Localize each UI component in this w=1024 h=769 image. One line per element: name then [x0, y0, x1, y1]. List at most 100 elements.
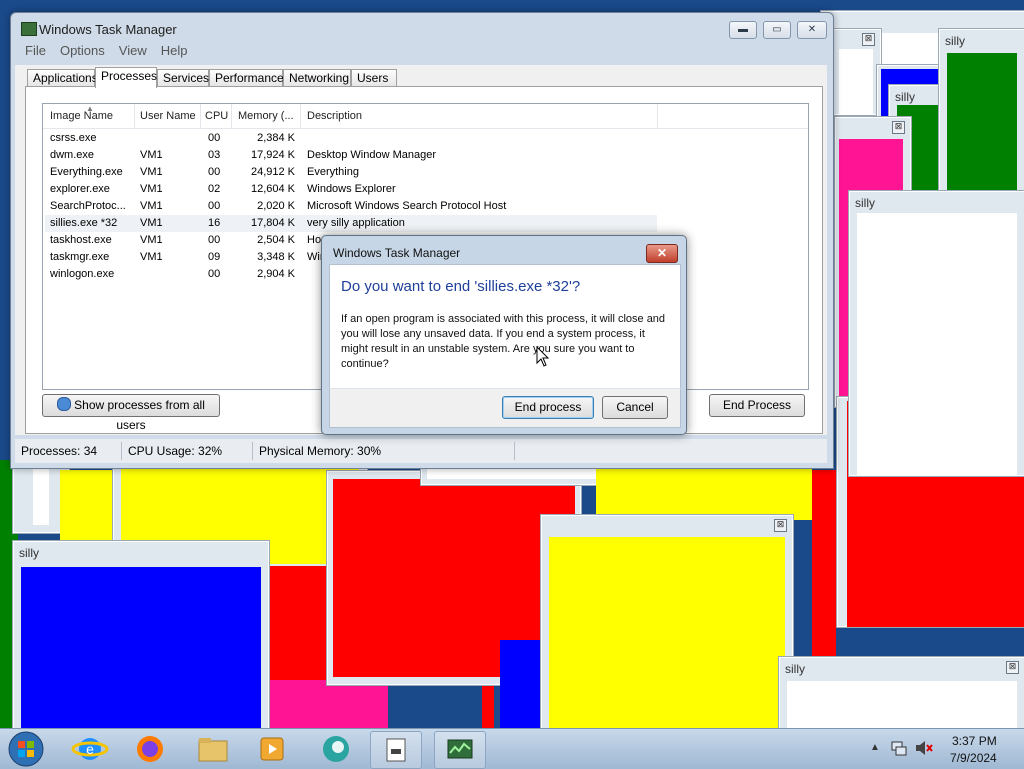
cancel-button[interactable]: Cancel [602, 396, 668, 419]
process-image-name: explorer.exe [50, 183, 110, 195]
process-description: Everything [307, 166, 359, 178]
close-icon[interactable]: ⊠ [774, 519, 787, 532]
column-divider[interactable] [231, 104, 232, 128]
table-row[interactable]: sillies.exe *32 VM1 16 17,804 K very silly a… [45, 215, 657, 232]
process-user-name: VM1 [140, 183, 163, 195]
menu-file[interactable]: File [25, 43, 46, 58]
silly-window-fragment [268, 680, 388, 728]
process-image-name: Everything.exe [50, 166, 123, 178]
window-title: silly [785, 662, 805, 676]
start-orb-icon[interactable] [6, 730, 46, 768]
table-row[interactable]: explorer.exe VM1 02 12,604 K Windows Explore… [45, 181, 657, 198]
taskbar-button-sillies[interactable] [370, 731, 422, 769]
process-cpu: 00 [208, 200, 221, 212]
file-explorer-icon[interactable] [193, 733, 233, 765]
tab-users[interactable]: Users [351, 69, 397, 86]
silly-window-content [947, 53, 1017, 199]
end-process-button[interactable]: End Process [709, 394, 805, 417]
process-memory: 17,804 K [250, 217, 295, 229]
close-icon[interactable]: ⊠ [1006, 661, 1019, 674]
column-description[interactable]: Description [307, 110, 362, 122]
column-user-name[interactable]: User Name [140, 110, 196, 122]
column-memory[interactable]: Memory (... [238, 110, 294, 122]
taskbar-button-task-manager[interactable] [434, 731, 486, 769]
table-row[interactable]: csrss.exe 00 2,384 K [45, 130, 657, 147]
silly-window-content [33, 467, 49, 525]
dialog-body: Do you want to end 'sillies.exe *32'? If… [329, 264, 681, 390]
app-icon[interactable] [316, 733, 356, 765]
process-cpu: 02 [208, 183, 221, 195]
internet-explorer-icon[interactable]: e [70, 733, 110, 765]
process-cpu: 00 [208, 166, 221, 178]
column-divider[interactable] [300, 104, 301, 128]
table-row[interactable]: SearchProtoc... VM1 00 2,020 K Microsoft Win… [45, 198, 657, 215]
show-all-processes-button[interactable]: Show processes from all users [42, 394, 220, 432]
dialog-footer: End process Cancel [329, 388, 681, 428]
process-memory: 3,348 K [257, 251, 295, 263]
process-memory: 17,924 K [250, 149, 295, 161]
silly-window[interactable]: silly [12, 540, 270, 730]
end-process-confirm-button[interactable]: End process [502, 396, 594, 419]
show-hidden-icons-icon[interactable]: ▲ [870, 742, 880, 753]
silly-window[interactable]: silly [848, 190, 1024, 477]
dialog-close-button[interactable]: ✕ [646, 244, 678, 263]
process-user-name: VM1 [140, 166, 163, 178]
close-button[interactable]: ✕ [797, 21, 827, 39]
tab-networking[interactable]: Networking [283, 69, 351, 86]
menu-options[interactable]: Options [60, 43, 105, 58]
close-icon[interactable]: ⊠ [892, 121, 905, 134]
menu-bar: File Options View Help [25, 43, 201, 58]
process-cpu: 00 [208, 268, 221, 280]
silly-window[interactable]: silly [938, 28, 1024, 200]
minimize-button[interactable]: ▬ [729, 21, 757, 39]
process-image-name: winlogon.exe [50, 268, 115, 280]
clock-date[interactable]: 7/9/2024 [950, 751, 997, 765]
process-description: very silly application [307, 217, 405, 229]
silly-window[interactable]: silly ⊠ [778, 656, 1024, 730]
process-image-name: sillies.exe *32 [50, 217, 118, 229]
clock-time[interactable]: 3:37 PM [952, 734, 997, 748]
silly-window-content [21, 567, 261, 729]
status-physical-memory: Physical Memory: 30% [259, 444, 382, 458]
column-divider[interactable] [134, 104, 135, 128]
tab-performance[interactable]: Performance [209, 69, 284, 86]
network-icon[interactable] [890, 739, 908, 757]
column-divider[interactable] [200, 104, 201, 128]
close-icon[interactable]: ⊠ [862, 33, 875, 46]
status-divider [121, 442, 122, 460]
column-cpu[interactable]: CPU [205, 110, 228, 122]
shield-icon [57, 397, 72, 411]
process-user-name: VM1 [140, 251, 163, 263]
firefox-icon[interactable] [130, 733, 170, 765]
window-title: silly [945, 34, 965, 48]
menu-help[interactable]: Help [161, 43, 188, 58]
process-memory: 24,912 K [250, 166, 295, 178]
silly-window[interactable]: ⊠ [540, 514, 794, 730]
silly-window[interactable]: ⊠ [830, 28, 882, 116]
table-row[interactable]: Everything.exe VM1 00 24,912 K Everything [45, 164, 657, 181]
tab-services[interactable]: Services [157, 69, 209, 86]
media-player-icon[interactable] [252, 733, 292, 765]
title-bar[interactable]: Windows Task Manager ▬ ▭ ✕ [11, 13, 833, 41]
process-image-name: taskhost.exe [50, 234, 112, 246]
mouse-cursor-icon [536, 346, 550, 367]
table-row[interactable]: dwm.exe VM1 03 17,924 K Desktop Window Manag… [45, 147, 657, 164]
tab-processes[interactable]: Processes [95, 67, 157, 88]
column-divider[interactable] [657, 104, 658, 128]
process-cpu: 09 [208, 251, 221, 263]
process-memory: 2,504 K [257, 234, 295, 246]
process-user-name: VM1 [140, 217, 163, 229]
show-all-processes-label: Show processes from all users [74, 398, 205, 432]
process-image-name: taskmgr.exe [50, 251, 110, 263]
menu-view[interactable]: View [119, 43, 147, 58]
maximize-button[interactable]: ▭ [763, 21, 791, 39]
volume-muted-icon[interactable] [914, 739, 934, 757]
silly-window-content [549, 537, 785, 729]
status-divider [252, 442, 253, 460]
dialog-question: Do you want to end 'sillies.exe *32'? [341, 278, 581, 295]
process-cpu: 00 [208, 234, 221, 246]
column-image-name[interactable]: Image Name [50, 110, 113, 122]
window-title: Windows Task Manager [39, 22, 177, 37]
tab-applications[interactable]: Applications [27, 69, 98, 86]
task-manager-icon [447, 739, 473, 759]
